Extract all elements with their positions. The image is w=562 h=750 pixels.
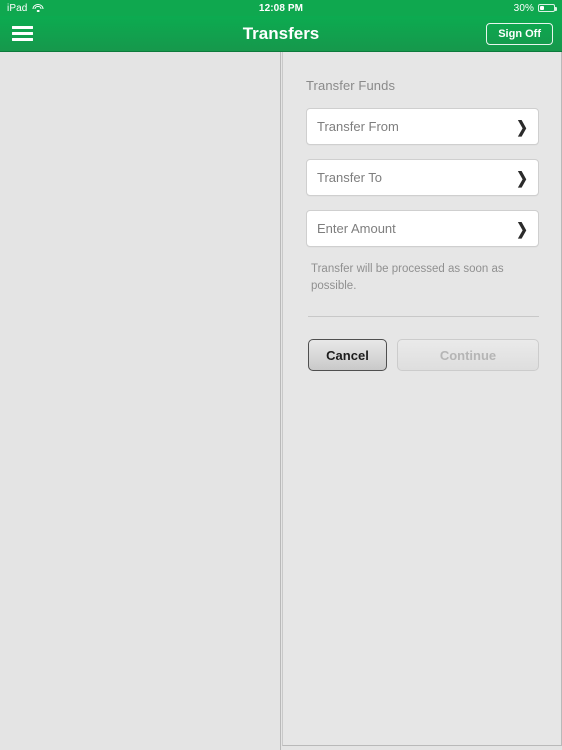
continue-button[interactable]: Continue	[397, 339, 539, 372]
chevron-right-icon: ❯	[516, 168, 528, 187]
navigation-bar: Transfers Sign Off	[0, 16, 562, 52]
device-label: iPad	[7, 2, 28, 14]
transfer-form-pane: Transfer Funds Transfer From ❯ Transfer …	[282, 52, 562, 746]
helper-text: Transfer will be processed as soon as po…	[311, 263, 504, 292]
menu-bar-3	[11, 38, 33, 41]
field-transfer-from[interactable]: Transfer From ❯	[306, 108, 539, 145]
field-label: Transfer To	[317, 170, 383, 185]
status-bar-right: 30%	[513, 2, 557, 14]
chevron-right-icon: ❯	[516, 219, 528, 238]
section-divider	[308, 316, 539, 318]
section-title: Transfer Funds	[306, 78, 396, 93]
battery-fill	[540, 6, 544, 10]
field-label: Transfer From	[317, 119, 399, 134]
status-bar-left: iPad	[7, 2, 44, 14]
menu-bar-1	[11, 26, 33, 29]
transfer-form: Transfer Funds Transfer From ❯ Transfer …	[283, 52, 561, 372]
battery-icon	[538, 4, 557, 12]
status-bar: iPad 12:08 PM 30%	[0, 0, 562, 16]
field-transfer-to[interactable]: Transfer To ❯	[306, 159, 539, 196]
field-label: Enter Amount	[317, 221, 396, 236]
hamburger-menu-icon[interactable]	[0, 16, 44, 52]
left-empty-pane	[0, 52, 281, 750]
cancel-button[interactable]: Cancel	[308, 339, 387, 372]
wifi-icon	[32, 3, 44, 13]
battery-percent-label: 30%	[513, 2, 534, 14]
sign-off-button[interactable]: Sign Off	[486, 22, 553, 45]
chevron-right-icon: ❯	[516, 117, 528, 136]
status-bar-clock: 12:08 PM	[258, 2, 304, 14]
battery-cap	[555, 7, 557, 11]
field-enter-amount[interactable]: Enter Amount ❯	[306, 210, 539, 247]
form-button-row: Cancel Continue	[306, 339, 539, 372]
menu-bar-2	[11, 32, 33, 35]
page-title: Transfers	[242, 23, 320, 43]
